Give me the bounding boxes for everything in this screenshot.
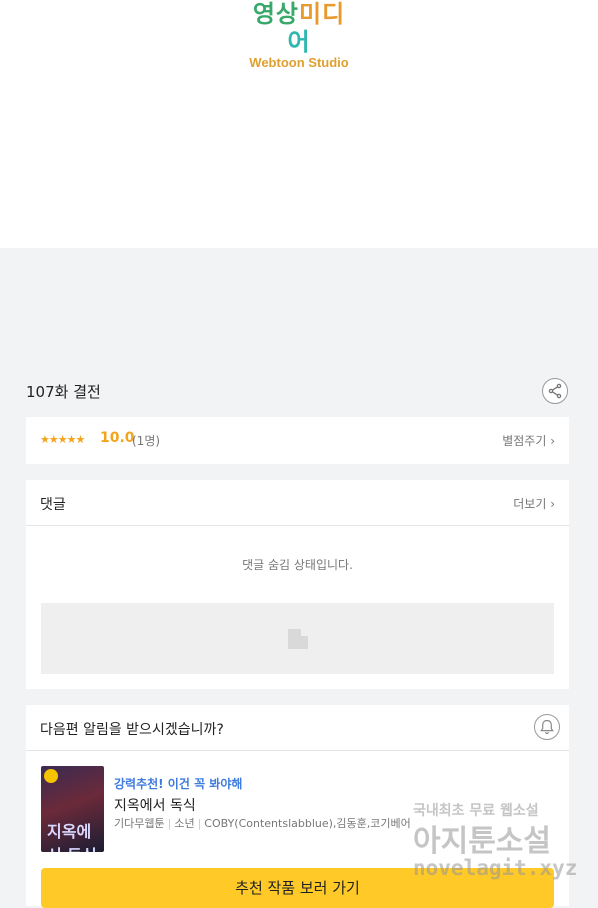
ad-placeholder[interactable] [41, 603, 554, 674]
recommend-authors: COBY(Contentslabblue),김동훈,코기베어 [204, 817, 411, 830]
recommend-button[interactable]: 추천 작품 보러 가기 [41, 868, 554, 908]
rating-count: (1명) [132, 434, 161, 448]
comment-header: 댓글 더보기 › [26, 480, 569, 526]
recommend-title[interactable]: 지옥에서 독식 [114, 795, 196, 815]
recommend-category: 소년 [174, 817, 195, 830]
comment-hidden-message: 댓글 숨김 상태입니다. [242, 558, 353, 572]
comment-title: 댓글 [40, 497, 66, 513]
thumbnail-title-art: 지옥에서 독식 [47, 822, 97, 852]
recommend-label: 강력추천! 이건 꼭 봐야해 [114, 777, 243, 791]
logo-korean: 영상미디어 [252, 0, 346, 56]
share-button[interactable] [542, 378, 568, 404]
clock-badge-icon [44, 769, 58, 783]
comment-more-button[interactable]: 더보기 › [513, 495, 555, 512]
share-icon [548, 383, 562, 399]
logo-english: Webtoon Studio [249, 55, 349, 70]
episode-title: 107화 결전 [26, 383, 101, 401]
rate-button[interactable]: 별점주기 › [502, 432, 555, 449]
notify-question: 다음편 알림을 받으시겠습니까? [40, 722, 224, 738]
studio-logo: 영상미디어 Webtoon Studio [243, 0, 355, 70]
comment-card: 댓글 더보기 › 댓글 숨김 상태입니다. [26, 480, 569, 689]
rating-stars: ★★★★★ [40, 433, 85, 446]
recommended-thumbnail[interactable]: 지옥에서 독식 [41, 766, 104, 852]
recommend-meta: 기다무웹툰 | 소년 | COBY(Contentslabblue),김동훈,코기베어 [114, 817, 411, 830]
notify-header: 다음편 알림을 받으시겠습니까? [26, 705, 569, 751]
recommend-genre: 기다무웹툰 [114, 817, 165, 830]
bell-icon [540, 719, 554, 735]
rating-score: 10.0 [100, 430, 135, 446]
notify-bell-button[interactable] [534, 714, 560, 740]
notify-card: 다음편 알림을 받으시겠습니까? 지옥에서 독식 강력추천! 이건 꼭 봐야해 … [26, 705, 569, 908]
top-banner: 영상미디어 Webtoon Studio [0, 0, 598, 248]
image-placeholder-icon [288, 629, 308, 649]
rating-card: ★★★★★ 10.0 (1명) 별점주기 › [26, 417, 569, 464]
